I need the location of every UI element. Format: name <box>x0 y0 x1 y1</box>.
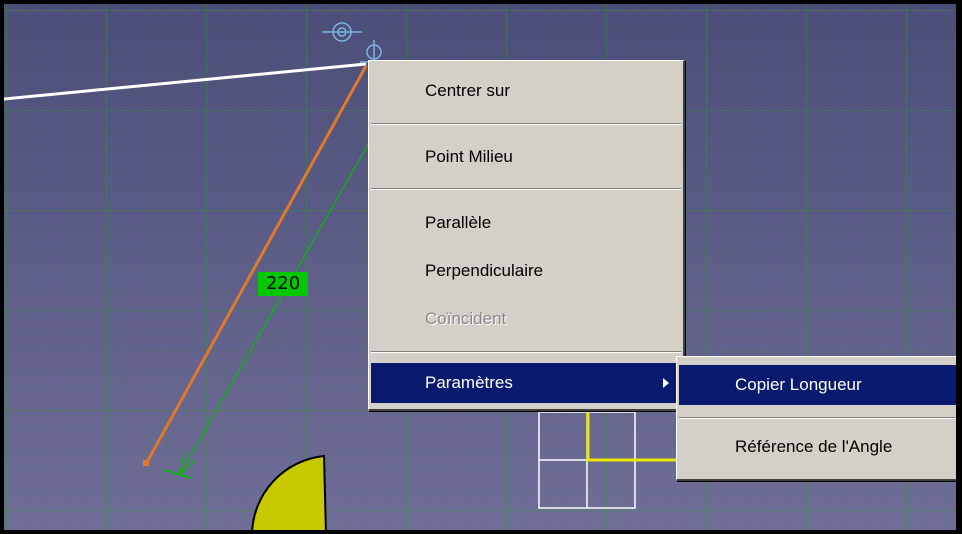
dimension-value-label[interactable]: 220 <box>258 272 308 296</box>
context-menu: Centrer sur Point Milieu Parallèle Perpe… <box>368 60 685 411</box>
submenu-item-reference-angle[interactable]: Référence de l'Angle <box>679 427 956 467</box>
menu-item-centrer-sur[interactable]: Centrer sur <box>371 71 681 111</box>
menu-item-perpendiculaire[interactable]: Perpendiculaire <box>371 251 681 291</box>
menu-item-coincident: Coïncident <box>425 309 507 328</box>
submenu-arrow-icon <box>663 378 669 388</box>
submenu-separator <box>679 417 956 419</box>
menu-item-parametres-label: Paramètres <box>425 373 513 392</box>
menu-item-parallele[interactable]: Parallèle <box>371 203 681 243</box>
line-endpoint[interactable] <box>143 460 149 466</box>
submenu: Copier Longueur Référence de l'Angle <box>676 356 956 481</box>
menu-item-point-milieu[interactable]: Point Milieu <box>371 137 681 177</box>
menu-item-parametres[interactable]: Paramètres <box>371 363 681 403</box>
menu-separator <box>371 351 681 353</box>
submenu-item-copier-longueur[interactable]: Copier Longueur <box>679 365 956 405</box>
sketch-viewport[interactable]: 220 Centrer sur Point Milieu Parallèle P… <box>4 4 956 530</box>
menu-separator <box>371 188 681 190</box>
menu-separator <box>371 123 681 125</box>
